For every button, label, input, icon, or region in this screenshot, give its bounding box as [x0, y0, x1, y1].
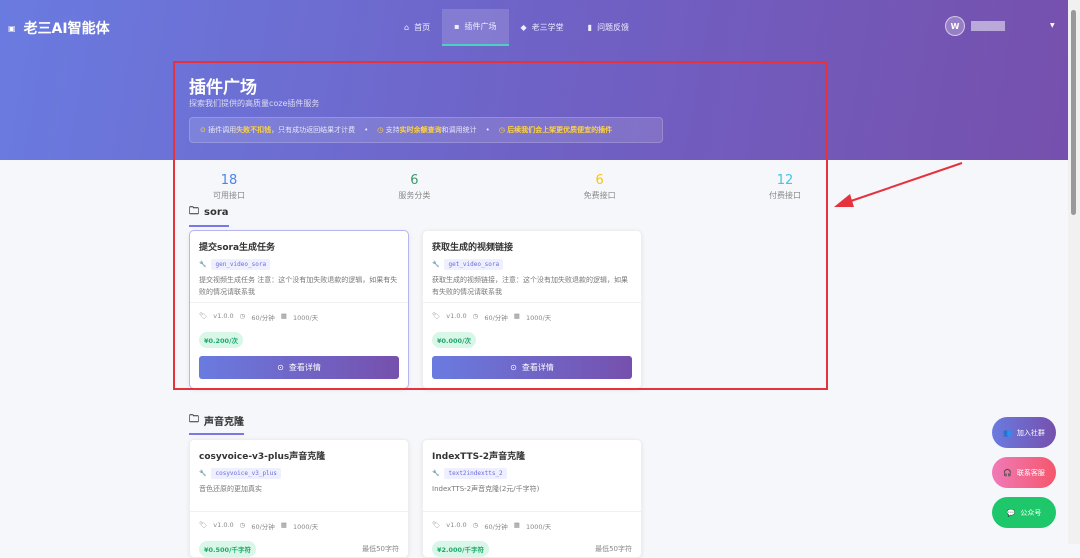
scrollbar-thumb[interactable] [1071, 10, 1076, 215]
annotation-arrow [834, 162, 963, 207]
top-header: ▣ 老三AI智能体 ⌂ 首页 ▪ 插件广场 ◆ 老三学堂 ▮ 问题反馈 W ▼ [0, 0, 1068, 56]
main-nav: ⌂ 首页 ▪ 插件广场 ◆ 老三学堂 ▮ 问题反馈 [392, 9, 641, 46]
user-menu[interactable]: W [945, 16, 1005, 36]
calendar-icon: ▦ [280, 521, 287, 529]
nav-home[interactable]: ⌂ 首页 [392, 9, 442, 46]
rate-limit: 60/分钟 [251, 523, 275, 531]
clock-icon: ◷ [239, 521, 246, 529]
avatar: W [945, 16, 965, 36]
plugin-code: cosyvoice_v3_plus [211, 468, 281, 479]
plugin-card[interactable]: IndexTTS-2声音克隆 🔧 text2indextts_2 IndexTTS… [422, 439, 642, 558]
clock-icon: ◷ [472, 521, 479, 529]
nav-label: 插件广场 [464, 22, 497, 31]
version: v1.0.0 [446, 521, 467, 529]
home-icon: ⌂ [404, 23, 410, 32]
min-chars: 最低50字符 [595, 545, 632, 553]
card-title: cosyvoice-v3-plus声音克隆 [199, 452, 326, 462]
min-chars: 最低50字符 [362, 545, 399, 553]
logo[interactable]: ▣ 老三AI智能体 [8, 18, 110, 38]
wechat-official-button[interactable]: 💬 公众号 [992, 497, 1056, 528]
group-icon: 👥 [1003, 428, 1012, 437]
school-icon: ◆ [520, 23, 527, 32]
nav-label: 老三学堂 [531, 23, 564, 32]
annotation-rectangle [173, 61, 828, 390]
nav-label: 首页 [414, 23, 431, 32]
plugin-code: text2indextts_2 [444, 468, 507, 479]
daily-limit: 1000/天 [292, 523, 319, 531]
join-group-button[interactable]: 👥 加入社群 [992, 417, 1056, 448]
scrollbar[interactable] [1068, 0, 1080, 544]
price-badge: ¥0.500/千字符 [199, 541, 256, 557]
logo-text: 老三AI智能体 [23, 21, 110, 37]
wrench-icon: 🔧 [199, 470, 207, 477]
section-title: 🗀 声音克隆 [189, 412, 244, 435]
plugin-icon: ▪ [454, 22, 460, 31]
plugin-icon: ▣ [8, 23, 16, 33]
folder-icon: 🗀 [189, 414, 199, 425]
nav-feedback[interactable]: ▮ 问题反馈 [576, 9, 641, 46]
wrench-icon: 🔧 [432, 470, 440, 477]
contact-support-button[interactable]: 🎧 联系客服 [992, 457, 1056, 488]
rate-limit: 60/分钟 [484, 523, 508, 531]
card-title: IndexTTS-2声音克隆 [432, 452, 526, 462]
tag-icon: 🏷 [199, 521, 208, 529]
nav-label: 问题反馈 [597, 23, 630, 32]
tag-icon: 🏷 [432, 521, 441, 529]
nav-plugins[interactable]: ▪ 插件广场 [442, 9, 509, 46]
username-blurred [971, 21, 1005, 31]
feedback-icon: ▮ [587, 23, 593, 32]
price-badge: ¥2.000/千字符 [432, 541, 489, 557]
chevron-down-icon[interactable]: ▼ [1050, 22, 1055, 29]
nav-school[interactable]: ◆ 老三学堂 [509, 9, 576, 46]
version: v1.0.0 [213, 521, 234, 529]
plugin-card[interactable]: cosyvoice-v3-plus声音克隆 🔧 cosyvoice_v3_plus… [189, 439, 409, 558]
wechat-icon: 💬 [1006, 508, 1016, 517]
headset-icon: 🎧 [1003, 468, 1012, 477]
daily-limit: 1000/天 [525, 523, 552, 531]
card-description: 音色还原的更加真实 [199, 485, 262, 493]
card-description: IndexTTS-2声音克隆(2元/千字符) [432, 485, 540, 493]
calendar-icon: ▦ [513, 521, 520, 529]
